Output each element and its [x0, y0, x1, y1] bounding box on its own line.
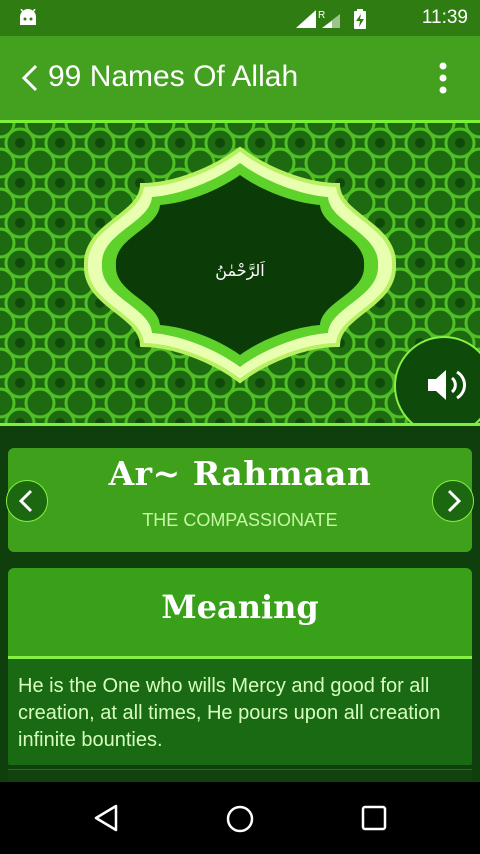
app-bar: 99 Names Of Allah — [0, 36, 480, 120]
battery-charging-icon — [354, 9, 366, 29]
meaning-body: He is the One who wills Mercy and good f… — [8, 659, 472, 765]
meaning-text: He is the One who wills Mercy and good f… — [18, 675, 441, 751]
back-triangle-icon[interactable] — [92, 804, 120, 837]
roaming-icon: R — [318, 10, 340, 28]
chevron-left-icon[interactable] — [20, 64, 40, 97]
system-nav-bar — [0, 782, 480, 854]
signal-icon — [296, 10, 316, 28]
chevron-right-icon — [447, 489, 462, 513]
status-time: 11:39 — [421, 7, 468, 28]
next-name-button[interactable] — [432, 480, 474, 522]
name-card: Ar~ Rahmaan THE COMPASSIONATE — [6, 448, 474, 552]
svg-text:R: R — [318, 10, 325, 21]
arabic-name: اَلرَّحْمٰنُ — [215, 261, 265, 280]
content-area: Ar~ Rahmaan THE COMPASSIONATE Meaning He… — [0, 426, 480, 783]
android-icon — [18, 8, 38, 32]
more-vert-icon[interactable] — [438, 62, 448, 99]
page-title: 99 Names Of Allah — [48, 60, 299, 93]
volume-icon — [426, 366, 470, 409]
home-circle-icon[interactable] — [225, 804, 255, 839]
recents-square-icon[interactable] — [360, 804, 388, 837]
next-card-edge — [8, 769, 472, 783]
status-icons: R — [294, 8, 370, 35]
previous-name-button[interactable] — [6, 480, 48, 522]
meaning-header: Meaning — [8, 568, 472, 659]
meaning-heading: Meaning — [161, 588, 319, 626]
transliterated-name: Ar~ Rahmaan — [108, 454, 372, 493]
chevron-left-icon — [18, 489, 33, 513]
status-bar: R 11:39 — [0, 0, 480, 36]
hero-banner: اَلرَّحْمٰنُ — [0, 123, 480, 423]
meaning-card: Meaning He is the One who wills Mercy an… — [8, 568, 472, 768]
name-translation: THE COMPASSIONATE — [142, 510, 338, 530]
